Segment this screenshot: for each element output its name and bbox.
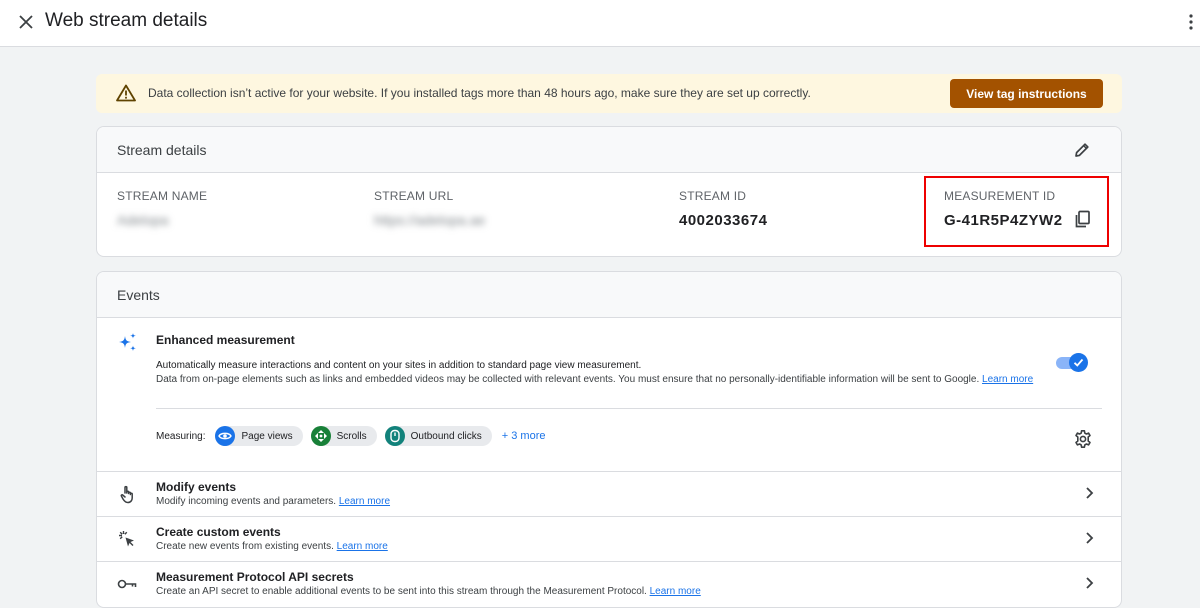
enhanced-measurement-toggle[interactable] xyxy=(1056,353,1088,372)
chevron-right-icon xyxy=(1082,531,1096,545)
key-icon xyxy=(117,574,137,594)
warning-icon xyxy=(116,84,136,102)
divider xyxy=(156,408,1102,409)
scroll-icon xyxy=(310,426,331,446)
enhanced-measurement-notice: Data from on-page elements such as links… xyxy=(156,373,1036,386)
chip-page-views[interactable]: Page views xyxy=(215,426,303,446)
stream-details-card: Stream details STREAM NAME Adelopa STREA… xyxy=(96,126,1122,257)
measuring-chips: Measuring: Page views Scrolls Outbound c… xyxy=(156,426,546,446)
view-tag-instructions-button[interactable]: View tag instructions xyxy=(950,79,1103,108)
stream-name-label: STREAM NAME xyxy=(117,189,208,203)
chip-label: Outbound clicks xyxy=(410,430,482,442)
enhanced-measurement-description: Automatically measure interactions and c… xyxy=(156,360,642,371)
top-app-bar: Web stream details xyxy=(0,0,1200,47)
measurement-id-highlight xyxy=(924,176,1109,247)
stream-url-value: https://adelopa.ae xyxy=(374,212,486,228)
stream-details-header: Stream details xyxy=(97,127,1121,173)
page-title: Web stream details xyxy=(45,10,208,31)
modify-events-row[interactable]: Modify events Modify incoming events and… xyxy=(97,471,1121,516)
banner-message: Data collection isn’t active for your we… xyxy=(148,86,811,100)
notice-text: Data from on-page elements such as links… xyxy=(156,374,980,385)
learn-more-link[interactable]: Learn more xyxy=(339,496,390,507)
row-description: Create new events from existing events. … xyxy=(156,541,388,552)
stream-id-value[interactable]: 4002033674 xyxy=(679,212,767,229)
close-icon[interactable] xyxy=(15,11,37,33)
chevron-right-icon xyxy=(1082,486,1096,500)
stream-details-title: Stream details xyxy=(117,142,207,158)
row-title: Measurement Protocol API secrets xyxy=(156,570,354,584)
more-chips-link[interactable]: + 3 more xyxy=(502,430,546,442)
row-description: Create an API secret to enable additiona… xyxy=(156,586,701,597)
stream-name-value: Adelopa xyxy=(117,212,169,228)
learn-more-link[interactable]: Learn more xyxy=(650,586,701,597)
events-title: Events xyxy=(117,287,160,303)
stream-name-field: STREAM NAME Adelopa xyxy=(117,189,207,228)
stream-id-field: STREAM ID 4002033674 xyxy=(679,189,767,229)
row-title: Modify events xyxy=(156,480,237,494)
row-description-text: Create an API secret to enable additiona… xyxy=(156,586,647,597)
chip-scrolls[interactable]: Scrolls xyxy=(310,426,377,446)
enhanced-measurement-section: Enhanced measurement Automatically measu… xyxy=(97,318,1121,471)
settings-gear-icon[interactable] xyxy=(1073,429,1093,449)
stream-url-label: STREAM URL xyxy=(374,189,454,203)
outbound-icon xyxy=(384,426,405,446)
create-custom-events-row[interactable]: Create custom events Create new events f… xyxy=(97,516,1121,561)
measuring-label: Measuring: xyxy=(156,430,206,442)
row-description: Modify incoming events and parameters. L… xyxy=(156,496,390,507)
events-header: Events xyxy=(97,272,1121,318)
row-description-text: Modify incoming events and parameters. xyxy=(156,496,337,507)
stream-url-field: STREAM URL https://adelopa.ae xyxy=(374,189,485,228)
sparkle-icon xyxy=(117,332,139,354)
events-card: Events Enhanced measurement Automaticall… xyxy=(96,271,1122,608)
click-icon xyxy=(117,529,137,549)
stream-id-label: STREAM ID xyxy=(679,189,747,203)
measurement-protocol-row[interactable]: Measurement Protocol API secrets Create … xyxy=(97,561,1121,606)
chip-label: Page views xyxy=(241,430,293,442)
edit-pencil-icon[interactable] xyxy=(1071,139,1093,161)
row-description-text: Create new events from existing events. xyxy=(156,541,334,552)
learn-more-link[interactable]: Learn more xyxy=(982,374,1033,385)
row-title: Create custom events xyxy=(156,525,281,539)
learn-more-link[interactable]: Learn more xyxy=(337,541,388,552)
chip-label: Scrolls xyxy=(336,430,367,442)
check-icon xyxy=(1069,353,1088,372)
chevron-right-icon xyxy=(1082,576,1096,590)
eye-icon xyxy=(215,426,236,446)
more-vert-icon[interactable] xyxy=(1186,12,1196,32)
chip-outbound-clicks[interactable]: Outbound clicks xyxy=(384,426,492,446)
data-collection-warning-banner: Data collection isn’t active for your we… xyxy=(96,74,1122,113)
touch-icon xyxy=(117,484,137,504)
enhanced-measurement-title: Enhanced measurement xyxy=(156,333,295,347)
